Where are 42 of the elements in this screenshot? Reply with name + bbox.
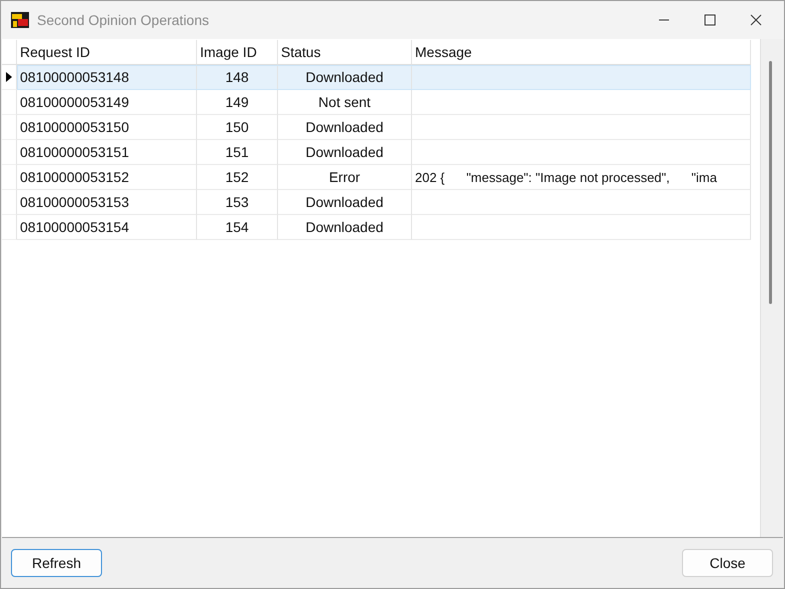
table-cell: 152 bbox=[225, 169, 249, 185]
table-cell: 08100000053154 bbox=[20, 219, 130, 235]
scrollbar[interactable] bbox=[760, 39, 783, 537]
table-cell: Downloaded bbox=[306, 119, 384, 135]
table-row[interactable]: 08100000053152 152 Error 202 { "message": "Image not processed", "ima bbox=[17, 165, 751, 190]
column-header[interactable]: Image ID bbox=[197, 40, 278, 65]
table-cell: 148 bbox=[225, 69, 249, 85]
table-cell: 149 bbox=[225, 94, 249, 110]
close-button[interactable]: Close bbox=[682, 549, 773, 577]
table-cell: Downloaded bbox=[306, 194, 384, 210]
close-icon[interactable] bbox=[750, 14, 762, 26]
table-row[interactable]: 08100000053153 153 Downloaded bbox=[17, 190, 751, 215]
table-cell: Error bbox=[328, 169, 360, 185]
table-cell: 08100000053150 bbox=[20, 119, 130, 135]
table-cell: 08100000053152 bbox=[20, 169, 130, 185]
table-cell: Not sent bbox=[318, 94, 371, 110]
app-icon bbox=[10, 11, 30, 29]
table-cell: 08100000053153 bbox=[20, 194, 130, 210]
table-cell: 151 bbox=[225, 144, 249, 160]
table-cell: 154 bbox=[225, 219, 249, 235]
table-cell: 08100000053148 bbox=[20, 69, 130, 85]
table-cell: 153 bbox=[225, 194, 249, 210]
table-row[interactable]: 08100000053148 148 Downloaded bbox=[17, 65, 751, 90]
row-header bbox=[2, 40, 17, 65]
table-row[interactable]: 08100000053150 150 Downloaded bbox=[17, 115, 751, 140]
table-row[interactable]: 08100000053154 154 Downloaded bbox=[17, 215, 751, 240]
table-row[interactable]: 08100000053151 151 Downloaded bbox=[17, 140, 751, 165]
row-header[interactable] bbox=[2, 65, 17, 90]
table-row[interactable]: 08100000053149 149 Not sent bbox=[17, 90, 751, 115]
window-title: Second Opinion Operations bbox=[37, 12, 209, 28]
column-header[interactable]: Message bbox=[412, 40, 751, 65]
table-cell: 202 { "message": "Image not processed", "ima bbox=[415, 170, 717, 184]
table-cell: Downloaded bbox=[306, 69, 384, 85]
table-cell: Downloaded bbox=[306, 219, 384, 235]
column-header[interactable]: Request ID bbox=[17, 40, 197, 65]
column-header[interactable]: Status bbox=[278, 40, 412, 65]
table-cell: 08100000053149 bbox=[20, 94, 130, 110]
table-cell: Downloaded bbox=[306, 144, 384, 160]
table-cell: 08100000053151 bbox=[20, 144, 130, 160]
table-cell: 150 bbox=[225, 119, 249, 135]
refresh-button[interactable]: Refresh bbox=[11, 549, 102, 577]
maximize-icon[interactable] bbox=[704, 14, 716, 26]
